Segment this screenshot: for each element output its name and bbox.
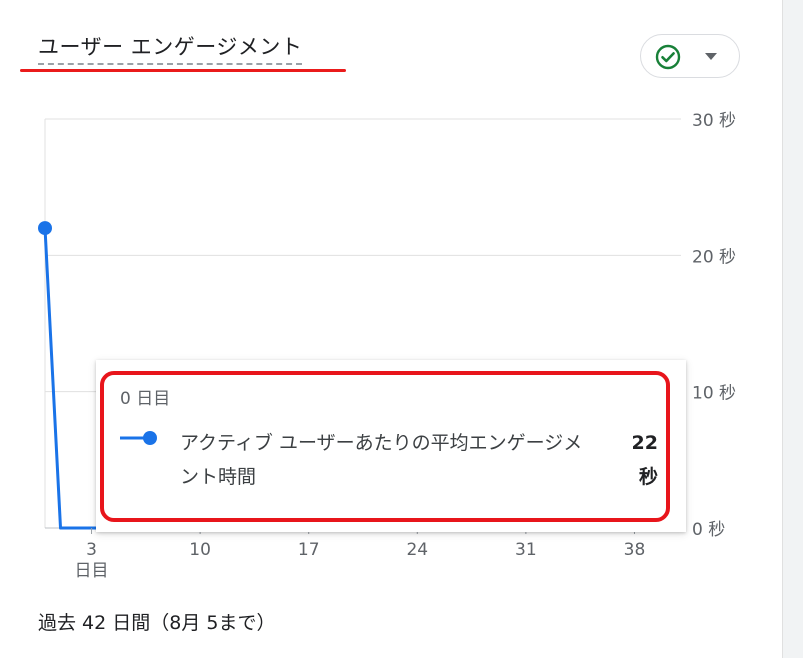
y-tick-label: 10 秒 bbox=[692, 384, 736, 404]
x-tick-label: 17 bbox=[298, 540, 320, 560]
x-tick-label: 10 bbox=[189, 540, 211, 560]
tooltip-metric-value: 22 秒 bbox=[631, 432, 658, 488]
x-tick-label: 24 bbox=[406, 540, 428, 560]
y-tick-label: 30 秒 bbox=[692, 111, 736, 131]
x-unit-label: 日目 bbox=[75, 561, 109, 581]
y-tick-label: 20 秒 bbox=[692, 247, 736, 267]
data-point-highlight bbox=[38, 221, 52, 236]
x-tick-label: 38 bbox=[624, 540, 646, 560]
y-tick-label: 0 秒 bbox=[692, 520, 725, 540]
tooltip-metric-label: アクティブ ユーザーあたりの平均エンゲージメント時間 bbox=[180, 432, 583, 488]
x-tick-label: 31 bbox=[515, 540, 537, 560]
series-legend-swatch-icon bbox=[120, 431, 157, 445]
chart-tooltip: 0 日目 アクティブ ユーザーあたりの平均エンゲージメント時間 22 秒 bbox=[96, 360, 686, 532]
tooltip-date: 0 日目 bbox=[120, 389, 171, 409]
x-tick-label: 3 bbox=[86, 540, 97, 560]
line-chart: 0 秒 10 秒 20 秒 30 秒 3 10 17 24 31 38 日目 bbox=[38, 111, 736, 581]
date-range-note: 過去 42 日間（8月 5まで） bbox=[38, 612, 276, 634]
